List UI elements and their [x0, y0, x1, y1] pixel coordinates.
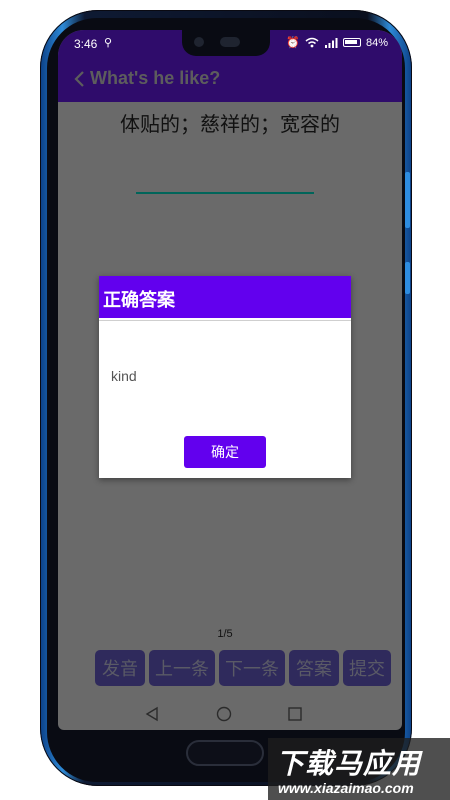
pronounce-button[interactable]: 发音 — [95, 650, 145, 686]
previous-button[interactable]: 上一条 — [149, 650, 215, 686]
square-recent-icon[interactable] — [288, 707, 302, 721]
dialog-message: kind — [111, 368, 137, 384]
circle-home-icon[interactable] — [216, 706, 232, 722]
watermark-main: 下载马应用 — [276, 747, 422, 780]
watermark-url: www.xiazaimao.com — [278, 780, 414, 796]
system-nav-bar — [58, 700, 402, 730]
ok-button[interactable]: 确定 — [184, 436, 266, 468]
answer-button[interactable]: 答案 — [289, 650, 339, 686]
submit-button[interactable]: 提交 — [343, 650, 391, 686]
power-button — [405, 262, 410, 294]
phone-screen: 3:46 ⚲ ⏰ 84% What's he like? 体贴的；慈祥的；宽容的… — [58, 30, 402, 730]
hardware-home-key — [186, 740, 264, 766]
progress-counter: 1/5 — [217, 628, 233, 640]
next-button[interactable]: 下一条 — [219, 650, 285, 686]
dialog-overlay: 正确答案 kind 确定 — [58, 30, 402, 730]
triangle-back-icon[interactable] — [144, 706, 160, 722]
volume-button — [405, 172, 410, 228]
watermark-logo: 下载马应用 www.xiazaimao.com — [268, 738, 450, 800]
dialog-title: 正确答案 — [103, 290, 175, 311]
dialog-header: 正确答案 — [99, 276, 351, 318]
dialog-divider — [99, 320, 351, 321]
answer-dialog: 正确答案 kind 确定 — [99, 276, 351, 478]
